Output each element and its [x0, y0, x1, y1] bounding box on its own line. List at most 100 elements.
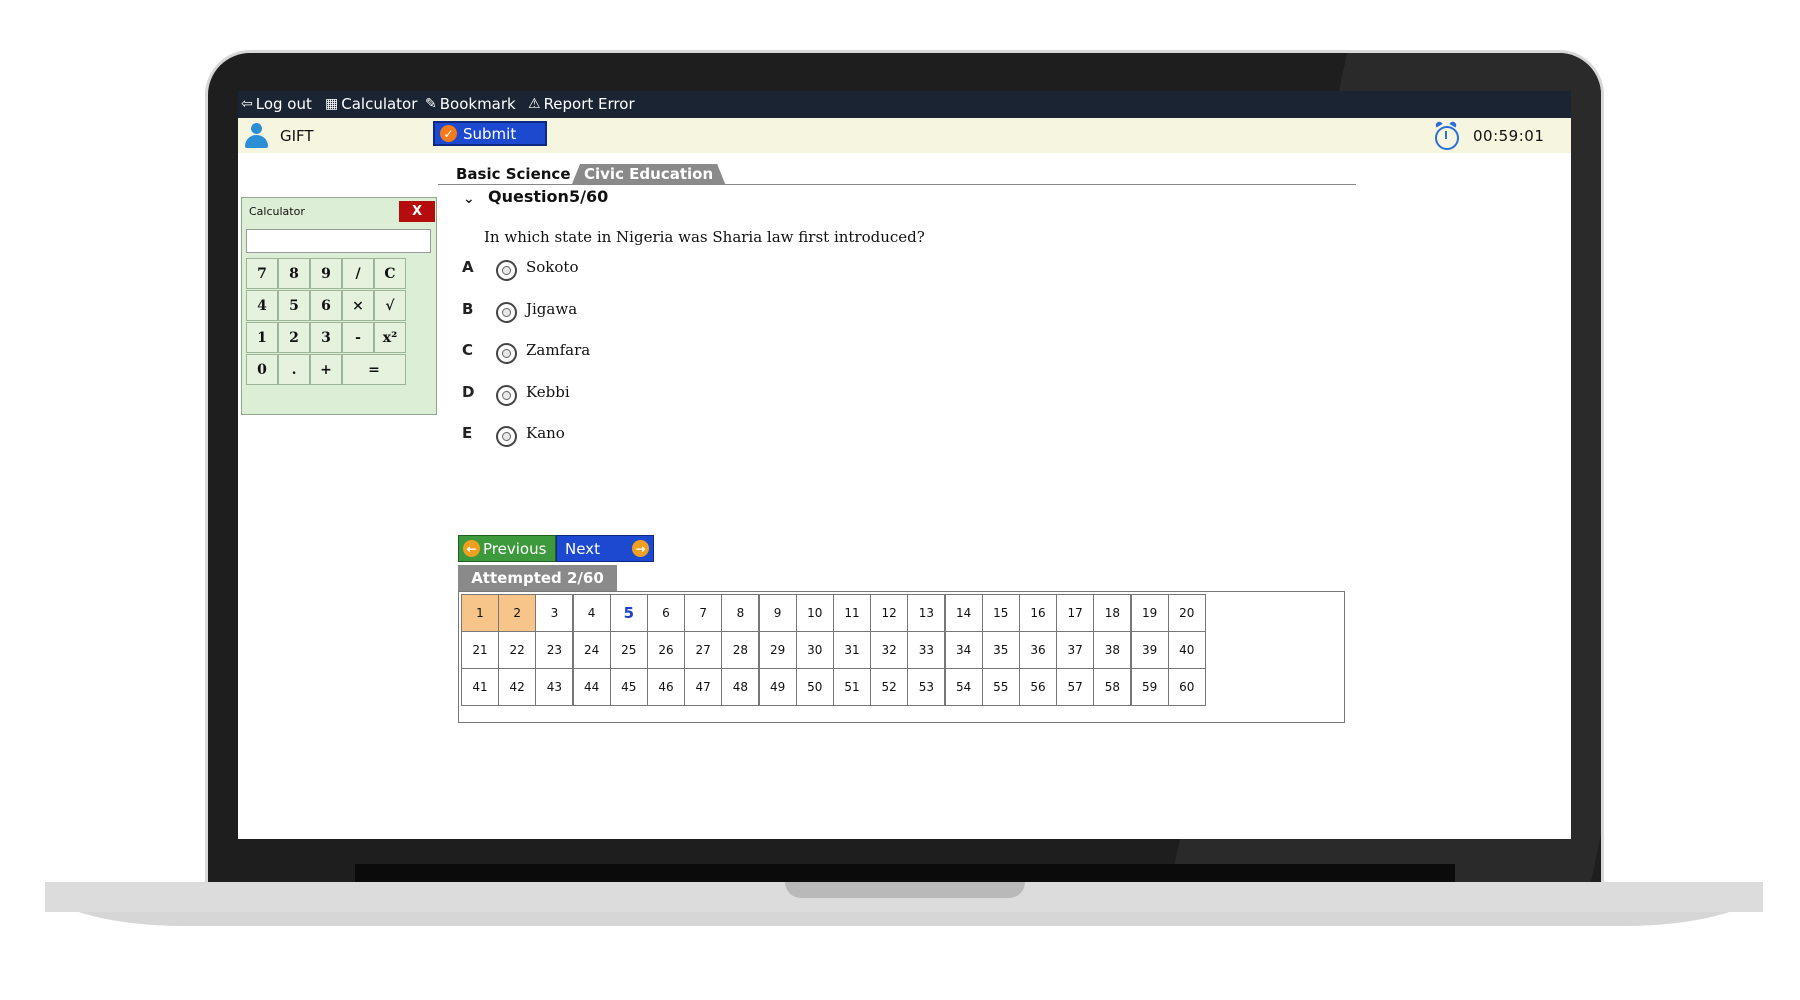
calculator-key[interactable]: √ [374, 290, 406, 321]
question-nav-cell[interactable]: 49 [758, 668, 797, 706]
tab-civic-education[interactable]: Civic Education [572, 164, 725, 184]
question-nav-cell[interactable]: 50 [795, 668, 834, 706]
question-nav-cell[interactable]: 16 [1019, 594, 1057, 632]
question-nav-cell[interactable]: 18 [1093, 594, 1132, 632]
calculator-key[interactable]: 4 [246, 290, 278, 321]
bookmark-menu-item[interactable]: ✎ Bookmark [425, 95, 516, 113]
option-radio[interactable] [496, 302, 517, 323]
question-nav-cell[interactable]: 32 [870, 631, 909, 669]
question-nav-cell[interactable]: 9 [758, 594, 797, 632]
question-nav-cell[interactable]: 17 [1056, 594, 1095, 632]
question-nav-cell[interactable]: 30 [795, 631, 834, 669]
question-nav-cell[interactable]: 31 [833, 631, 871, 669]
option-radio[interactable] [496, 260, 517, 281]
question-nav-cell[interactable]: 6 [647, 594, 685, 632]
question-nav-cell[interactable]: 20 [1167, 594, 1206, 632]
question-nav-cell[interactable]: 19 [1130, 594, 1169, 632]
calculator-key[interactable]: 9 [310, 258, 342, 289]
question-nav-cell[interactable]: 29 [758, 631, 797, 669]
option-radio[interactable] [496, 385, 517, 406]
question-nav-cell[interactable]: 57 [1056, 668, 1095, 706]
question-nav-cell[interactable]: 38 [1093, 631, 1132, 669]
calculator-key[interactable]: 0 [246, 354, 278, 385]
calculator-key[interactable]: 1 [246, 322, 278, 353]
answer-option[interactable]: D Kebbi [462, 383, 762, 409]
question-nav-cell[interactable]: 41 [461, 668, 499, 706]
report-error-menu-item[interactable]: ⚠ Report Error [528, 95, 635, 113]
question-nav-cell[interactable]: 21 [461, 631, 499, 669]
question-nav-cell[interactable]: 46 [647, 668, 685, 706]
question-nav-cell[interactable]: 34 [944, 631, 983, 669]
question-nav-cell[interactable]: 1 [461, 594, 499, 632]
calculator-key[interactable]: = [342, 354, 406, 385]
question-nav-cell[interactable]: 35 [981, 631, 1020, 669]
question-nav-cell[interactable]: 58 [1093, 668, 1132, 706]
calculator-key[interactable]: x² [374, 322, 406, 353]
question-nav-cell[interactable]: 27 [684, 631, 723, 669]
question-nav-cell[interactable]: 37 [1056, 631, 1095, 669]
calculator-key[interactable]: C [374, 258, 406, 289]
question-nav-cell[interactable]: 7 [684, 594, 723, 632]
question-nav-cell[interactable]: 5 [609, 594, 648, 632]
tab-basic-science[interactable]: Basic Science [456, 164, 571, 184]
calculator-key[interactable]: - [342, 322, 374, 353]
question-nav-cell[interactable]: 40 [1167, 631, 1206, 669]
question-nav-cell[interactable]: 26 [647, 631, 685, 669]
question-nav-cell[interactable]: 53 [907, 668, 946, 706]
question-nav-cell[interactable]: 12 [870, 594, 909, 632]
question-nav-cell[interactable]: 3 [535, 594, 574, 632]
previous-button[interactable]: ← Previous [458, 535, 556, 562]
option-radio[interactable] [496, 343, 517, 364]
option-radio[interactable] [496, 426, 517, 447]
question-nav-cell[interactable]: 15 [981, 594, 1020, 632]
question-nav-cell[interactable]: 51 [833, 668, 871, 706]
question-nav-cell[interactable]: 14 [944, 594, 983, 632]
question-nav-cell[interactable]: 54 [944, 668, 983, 706]
calculator-key[interactable]: 6 [310, 290, 342, 321]
submit-button[interactable]: ✓ Submit [433, 121, 547, 146]
next-button[interactable]: Next → [556, 535, 654, 562]
question-nav-cell[interactable]: 22 [498, 631, 537, 669]
question-nav-cell[interactable]: 36 [1019, 631, 1057, 669]
calculator-key[interactable]: × [342, 290, 374, 321]
question-nav-cell[interactable]: 10 [795, 594, 834, 632]
question-nav-cell[interactable]: 59 [1130, 668, 1169, 706]
question-nav-cell[interactable]: 52 [870, 668, 909, 706]
question-nav-cell[interactable]: 24 [572, 631, 611, 669]
calculator-key[interactable]: 7 [246, 258, 278, 289]
question-nav-cell[interactable]: 55 [981, 668, 1020, 706]
calculator-key[interactable]: + [310, 354, 342, 385]
calculator-menu-item[interactable]: ▦ Calculator [325, 95, 417, 113]
answer-option[interactable]: B Jigawa [462, 300, 762, 326]
calculator-key[interactable]: 2 [278, 322, 310, 353]
calculator-close-button[interactable]: X [399, 201, 435, 222]
question-nav-cell[interactable]: 47 [684, 668, 723, 706]
question-nav-cell[interactable]: 39 [1130, 631, 1169, 669]
question-nav-cell[interactable]: 44 [572, 668, 611, 706]
question-nav-cell[interactable]: 43 [535, 668, 574, 706]
answer-option[interactable]: A Sokoto [462, 258, 762, 284]
calculator-key[interactable]: 3 [310, 322, 342, 353]
question-nav-cell[interactable]: 33 [907, 631, 946, 669]
logout-menu-item[interactable]: ⇦ Log out [241, 95, 312, 113]
question-nav-cell[interactable]: 4 [572, 594, 611, 632]
question-nav-cell[interactable]: 13 [907, 594, 946, 632]
question-nav-cell[interactable]: 2 [498, 594, 537, 632]
chevron-down-icon[interactable]: ⌄ [463, 191, 475, 207]
question-nav-cell[interactable]: 23 [535, 631, 574, 669]
calculator-key[interactable]: . [278, 354, 310, 385]
calculator-key[interactable]: / [342, 258, 374, 289]
question-nav-cell[interactable]: 48 [721, 668, 760, 706]
question-nav-cell[interactable]: 60 [1167, 668, 1206, 706]
calculator-key[interactable]: 5 [278, 290, 310, 321]
question-nav-cell[interactable]: 8 [721, 594, 760, 632]
question-nav-cell[interactable]: 56 [1019, 668, 1057, 706]
calculator-display[interactable] [246, 229, 431, 253]
question-nav-cell[interactable]: 28 [721, 631, 760, 669]
question-nav-cell[interactable]: 25 [609, 631, 648, 669]
question-nav-cell[interactable]: 42 [498, 668, 537, 706]
question-nav-cell[interactable]: 45 [609, 668, 648, 706]
answer-option[interactable]: E Kano [462, 424, 762, 450]
question-nav-cell[interactable]: 11 [833, 594, 871, 632]
answer-option[interactable]: C Zamfara [462, 341, 762, 367]
